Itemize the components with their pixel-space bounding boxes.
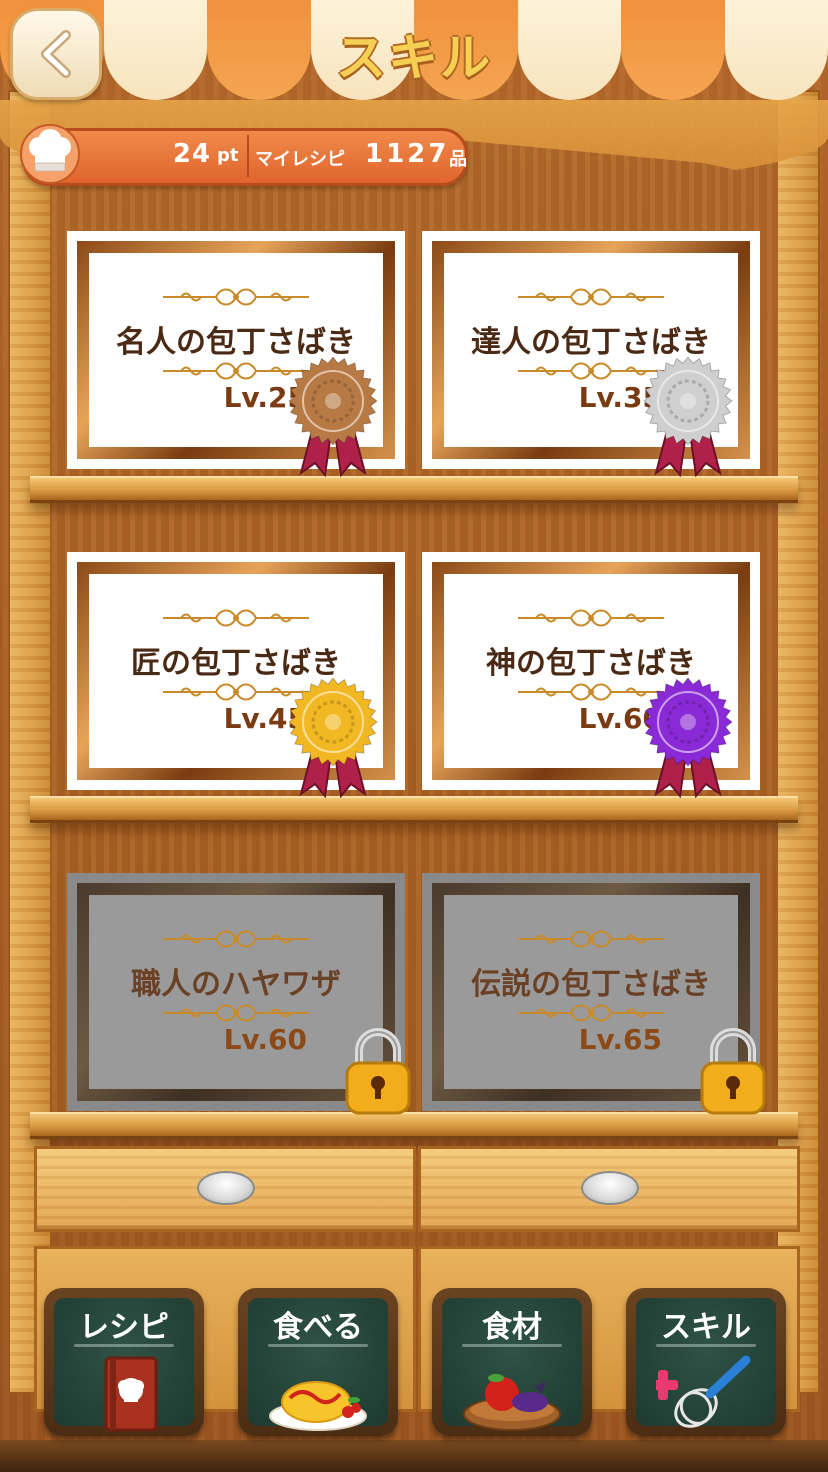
ornament-flourish bbox=[516, 929, 666, 949]
nav-underline bbox=[462, 1344, 562, 1347]
points-value: 24 bbox=[172, 139, 211, 169]
certificate-paper: 職人のハヤワザ bbox=[89, 895, 383, 1089]
back-button[interactable] bbox=[10, 8, 102, 100]
drawer-knob bbox=[581, 1171, 639, 1205]
skill-card[interactable]: 神の包丁さばき Lv.60 bbox=[422, 552, 760, 798]
skill-name: 神の包丁さばき bbox=[486, 646, 696, 681]
shelf bbox=[30, 796, 798, 823]
whisk-icon bbox=[656, 1355, 751, 1428]
nav-eat-button[interactable]: 食べる bbox=[238, 1288, 398, 1436]
skill-level: Lv.60 bbox=[578, 702, 662, 735]
nav-label: 食材 bbox=[482, 1310, 542, 1345]
nav-skill-button[interactable]: スキル bbox=[626, 1288, 786, 1436]
nav-ingredients-button[interactable]: 食材 bbox=[432, 1288, 592, 1436]
ornament-flourish bbox=[516, 287, 666, 307]
floor bbox=[0, 1440, 828, 1472]
points-unit: pt bbox=[217, 145, 239, 166]
purple-medal-icon bbox=[643, 678, 733, 798]
skill-level: Lv.60 bbox=[223, 1023, 307, 1056]
skill-level: Lv.65 bbox=[578, 1023, 662, 1056]
points-bar: 24 pt マイレシピ 1127 品 bbox=[20, 124, 468, 186]
padlock-icon bbox=[700, 1028, 766, 1115]
skill-card[interactable]: 名人の包丁さばき Lv.25 bbox=[67, 231, 405, 477]
skill-card-locked[interactable]: 伝説の包丁さばき Lv.65 bbox=[422, 873, 766, 1115]
skill-level: Lv.35 bbox=[578, 381, 662, 414]
nav-label: スキル bbox=[661, 1310, 751, 1345]
drawer-right bbox=[418, 1146, 800, 1232]
skill-name: 名人の包丁さばき bbox=[116, 325, 356, 360]
ornament-flourish bbox=[161, 608, 311, 628]
skill-name: 達人の包丁さばき bbox=[471, 325, 711, 360]
recipe-label: マイレシピ bbox=[255, 149, 345, 170]
ornament-flourish bbox=[161, 929, 311, 949]
shelf bbox=[30, 1112, 798, 1139]
drawer-left bbox=[34, 1146, 416, 1232]
nav-underline bbox=[74, 1344, 174, 1347]
chef-hat-icon bbox=[20, 124, 80, 184]
nav-underline bbox=[268, 1344, 368, 1347]
ornament-flourish bbox=[161, 1003, 311, 1023]
padlock-icon bbox=[345, 1028, 411, 1115]
skill-name: 伝説の包丁さばき bbox=[471, 967, 711, 1002]
skill-level: Lv.25 bbox=[223, 381, 307, 414]
omelette-rice-icon bbox=[269, 1381, 367, 1431]
certificate-paper: 伝説の包丁さばき bbox=[444, 895, 738, 1089]
ingredients-bowl-icon bbox=[463, 1374, 561, 1431]
skill-card-locked[interactable]: 職人のハヤワザ Lv.60 bbox=[67, 873, 411, 1115]
skill-card[interactable]: 匠の包丁さばき Lv.45 bbox=[67, 552, 405, 798]
nav-label: 食べる bbox=[273, 1310, 363, 1345]
recipe-unit: 品 bbox=[449, 149, 467, 170]
shelf bbox=[30, 476, 798, 503]
bronze-medal-icon bbox=[288, 357, 378, 477]
nav-recipe-button[interactable]: レシピ bbox=[44, 1288, 204, 1436]
recipe-count: 1127 bbox=[365, 139, 450, 169]
ornament-flourish bbox=[516, 1003, 666, 1023]
nav-underline bbox=[656, 1344, 756, 1347]
ornament-flourish bbox=[161, 287, 311, 307]
skill-level: Lv.45 bbox=[223, 702, 307, 735]
skill-name: 匠の包丁さばき bbox=[131, 646, 341, 681]
ornament-flourish bbox=[516, 608, 666, 628]
recipe-book-icon bbox=[104, 1356, 158, 1432]
skill-card[interactable]: 達人の包丁さばき Lv.35 bbox=[422, 231, 760, 477]
page-title: スキル bbox=[336, 29, 492, 87]
chevron-left-icon bbox=[41, 30, 71, 78]
nav-label: レシピ bbox=[79, 1310, 169, 1345]
silver-medal-icon bbox=[643, 357, 733, 477]
gold-medal-icon bbox=[288, 678, 378, 798]
skill-name: 職人のハヤワザ bbox=[131, 967, 341, 1002]
drawer-knob bbox=[197, 1171, 255, 1205]
divider bbox=[247, 135, 249, 177]
